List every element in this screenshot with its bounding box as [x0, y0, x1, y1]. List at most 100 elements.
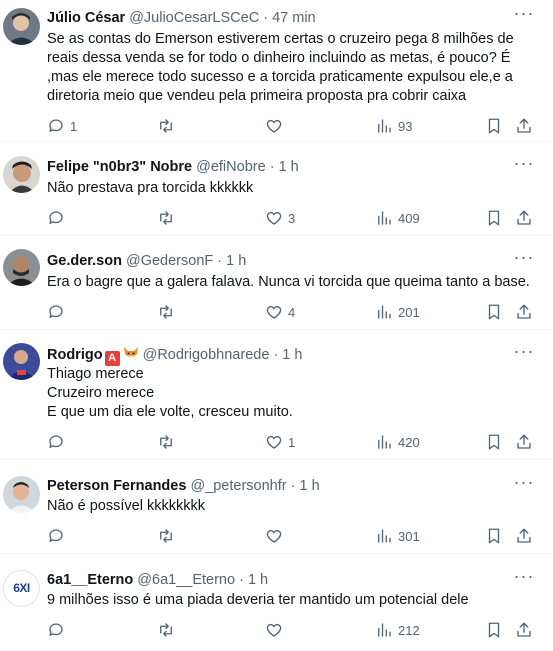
display-name[interactable]: Peterson Fernandes [47, 478, 186, 494]
tweet[interactable]: Peterson Fernandes @_petersonhfr · 1 h ·… [0, 460, 553, 554]
reply-icon [49, 529, 63, 542]
timestamp[interactable]: 1 h [279, 159, 299, 175]
more-options-icon[interactable]: ··· [513, 248, 535, 270]
reply-button[interactable] [47, 208, 70, 228]
more-options-icon[interactable]: ··· [513, 567, 535, 589]
tweet-line: Era o bagre que a galera falava. Nunca v… [47, 274, 530, 290]
timestamp[interactable]: 47 min [272, 10, 316, 26]
timestamp[interactable]: 1 h [248, 572, 268, 588]
like-button[interactable]: 4 [265, 302, 295, 322]
reply-button[interactable] [47, 620, 70, 640]
share-button[interactable] [515, 620, 533, 640]
share-button[interactable] [515, 302, 533, 322]
share-button[interactable] [515, 432, 533, 452]
share-button[interactable] [515, 116, 533, 136]
views-button[interactable]: 301 [375, 526, 420, 546]
like-button[interactable] [265, 116, 288, 136]
bookmark-button[interactable] [485, 526, 503, 546]
tweet[interactable]: Felipe "n0br3" Nobre @efiNobre · 1 h ···… [0, 142, 553, 236]
bookmark-icon [488, 118, 500, 134]
retweet-icon [160, 529, 172, 543]
share-icon [517, 304, 531, 319]
bookmark-button[interactable] [485, 208, 503, 228]
handle[interactable]: @6a1__Eterno [137, 572, 235, 588]
like-button[interactable] [265, 620, 288, 640]
avatar[interactable]: 6XI [3, 570, 40, 607]
views-button[interactable]: 93 [375, 116, 412, 136]
timestamp[interactable]: 1 h [300, 478, 320, 494]
heart-icon [266, 119, 282, 133]
more-options-icon[interactable]: ··· [513, 342, 535, 364]
tweet[interactable]: Rodrigo A @Rodrigobhnarede · 1 h ··· Thia… [0, 330, 553, 460]
views-button[interactable]: 409 [375, 208, 420, 228]
fox-emoji-icon [123, 347, 138, 358]
separator-dot: · [239, 572, 244, 588]
tweet-line: 9 milhões isso é uma piada deveria ter m… [47, 592, 469, 608]
avatar[interactable] [3, 156, 40, 193]
like-button[interactable]: 1 [265, 432, 295, 452]
share-button[interactable] [515, 526, 533, 546]
handle[interactable]: @Rodrigobhnarede [143, 347, 270, 363]
tweet-line: Cruzeiro merece [47, 385, 155, 401]
tweet[interactable]: Ge.der.son @GedersonF · 1 h ··· Era o ba… [0, 236, 553, 330]
handle[interactable]: @JulioCesarLSCeC [129, 10, 259, 26]
reply-button[interactable]: 1 [47, 116, 77, 136]
handle[interactable]: @_petersonhfr [190, 478, 286, 494]
tweet-line: reais dessa venda se for todo o dinheiro… [47, 50, 511, 66]
views-button[interactable]: 212 [375, 620, 420, 640]
bookmark-button[interactable] [485, 116, 503, 136]
display-name[interactable]: Rodrigo [47, 347, 103, 363]
display-name[interactable]: Ge.der.son [47, 253, 122, 269]
retweet-button[interactable] [157, 116, 180, 136]
views-button[interactable]: 420 [375, 432, 420, 452]
share-icon [517, 210, 531, 225]
separator-dot: · [290, 478, 296, 494]
retweet-button[interactable] [157, 526, 180, 546]
share-icon [517, 118, 531, 133]
views-count: 93 [398, 118, 413, 134]
avatar-logo-text: 6XI [13, 581, 30, 595]
avatar[interactable] [3, 249, 40, 286]
more-options-icon[interactable]: ··· [513, 4, 535, 26]
views-icon [378, 623, 391, 637]
views-count: 201 [398, 304, 420, 320]
retweet-icon [160, 119, 172, 133]
reply-button[interactable] [47, 432, 70, 452]
like-button[interactable] [265, 526, 288, 546]
tweet-line: diretoria meio que vendeu pela primeira … [47, 88, 467, 104]
bookmark-button[interactable] [485, 620, 503, 640]
bookmark-button[interactable] [485, 432, 503, 452]
avatar[interactable] [3, 476, 40, 513]
reply-icon [49, 211, 63, 224]
handle[interactable]: @efiNobre [196, 159, 266, 175]
retweet-button[interactable] [157, 432, 180, 452]
tweet[interactable]: Júlio César @JulioCesarLSCeC · 47 min ··… [0, 0, 553, 142]
display-name[interactable]: Júlio César [47, 10, 125, 26]
retweet-button[interactable] [157, 208, 180, 228]
views-count: 420 [398, 434, 420, 450]
reply-button[interactable] [47, 526, 70, 546]
share-button[interactable] [515, 208, 533, 228]
display-name[interactable]: Felipe "n0br3" Nobre [47, 159, 192, 175]
retweet-button[interactable] [157, 302, 180, 322]
views-icon [378, 211, 391, 225]
display-name[interactable]: 6a1__Eterno [47, 572, 133, 588]
avatar[interactable] [3, 343, 40, 380]
timestamp[interactable]: 1 h [226, 253, 246, 269]
timestamp[interactable]: 1 h [282, 347, 302, 363]
reply-button[interactable] [47, 302, 70, 322]
like-button[interactable]: 3 [265, 208, 295, 228]
more-options-icon[interactable]: ··· [513, 473, 535, 495]
bookmark-icon [488, 434, 500, 450]
views-icon [378, 119, 391, 133]
action-bar: 4 201 [47, 302, 541, 322]
bookmark-button[interactable] [485, 302, 503, 322]
tweet[interactable]: 6XI 6a1__Eterno @6a1__Eterno · 1 h ··· 9… [0, 554, 553, 651]
views-button[interactable]: 201 [375, 302, 420, 322]
more-options-icon[interactable]: ··· [513, 154, 535, 176]
retweet-icon [160, 211, 172, 225]
avatar[interactable] [3, 8, 40, 45]
tweet-line: Não é possível kkkkkkkk [47, 498, 205, 514]
retweet-button[interactable] [157, 620, 180, 640]
handle[interactable]: @GedersonF [126, 253, 213, 269]
